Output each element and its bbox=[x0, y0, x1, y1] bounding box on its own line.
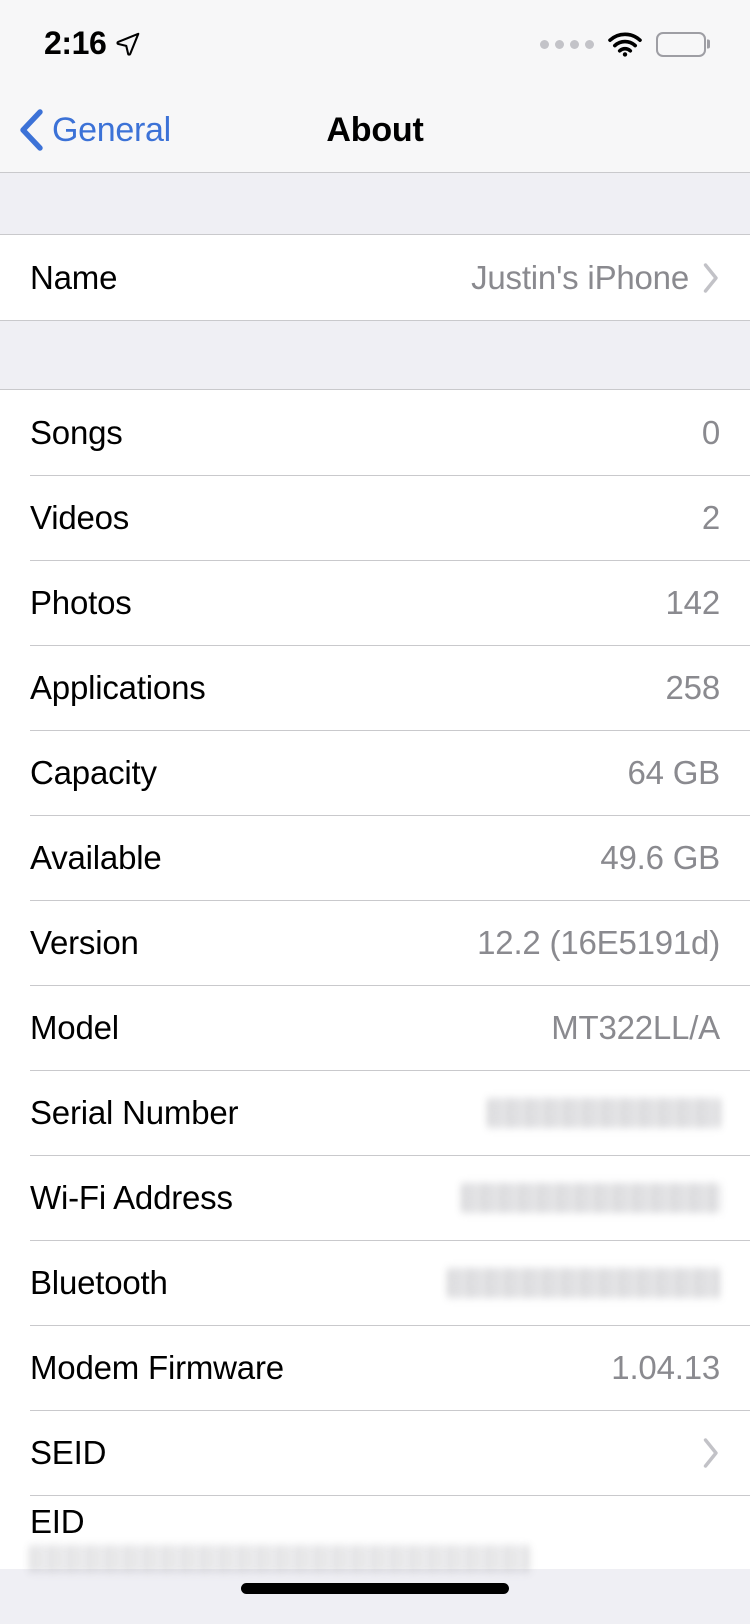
back-button-label: General bbox=[52, 110, 171, 149]
row-name[interactable]: Name Justin's iPhone bbox=[0, 235, 750, 320]
section-device-name: Name Justin's iPhone bbox=[0, 235, 750, 320]
status-bar: 2:16 bbox=[0, 0, 750, 88]
row-available-label: Available bbox=[30, 838, 162, 876]
row-photos-label: Photos bbox=[30, 583, 132, 621]
status-bar-left: 2:16 bbox=[44, 27, 141, 61]
row-videos-value: 2 bbox=[701, 498, 720, 536]
row-eid-label: EID bbox=[30, 1503, 85, 1540]
status-bar-clock: 2:16 bbox=[44, 25, 107, 61]
row-songs-label: Songs bbox=[30, 413, 123, 451]
battery-low-power-icon bbox=[656, 31, 706, 57]
navigation-bar: General About bbox=[0, 88, 750, 173]
row-seid[interactable]: SEID bbox=[0, 1410, 750, 1495]
row-videos-label: Videos bbox=[30, 498, 130, 536]
row-bluetooth-label: Bluetooth bbox=[30, 1263, 168, 1301]
row-eid-value-redacted bbox=[30, 1545, 530, 1573]
row-bluetooth: Bluetooth bbox=[0, 1240, 750, 1325]
row-version: Version 12.2 (16E5191d) bbox=[0, 900, 750, 985]
row-applications-label: Applications bbox=[30, 668, 206, 706]
signal-dots-icon bbox=[540, 39, 594, 49]
chevron-right-icon bbox=[703, 1437, 720, 1468]
row-wifi-address-label: Wi-Fi Address bbox=[30, 1178, 233, 1216]
about-screen: 2:16 General About Name Justin's iPhone … bbox=[0, 0, 750, 1624]
row-serial-number-label: Serial Number bbox=[30, 1093, 239, 1131]
row-model-label: Model bbox=[30, 1008, 119, 1046]
row-bluetooth-value-redacted bbox=[448, 1267, 720, 1298]
row-name-label: Name bbox=[30, 258, 118, 296]
row-model: Model MT322LL/A bbox=[0, 985, 750, 1070]
chevron-right-icon bbox=[703, 262, 720, 293]
home-indicator[interactable] bbox=[241, 1583, 509, 1594]
row-version-label: Version bbox=[30, 923, 139, 961]
row-modem-firmware-value: 1.04.13 bbox=[611, 1348, 720, 1386]
row-modem-firmware-label: Modem Firmware bbox=[30, 1348, 284, 1386]
back-button[interactable]: General bbox=[0, 109, 171, 151]
row-videos: Videos 2 bbox=[0, 475, 750, 560]
row-available: Available 49.6 GB bbox=[0, 815, 750, 900]
row-capacity: Capacity 64 GB bbox=[0, 730, 750, 815]
section-gap-middle bbox=[0, 320, 750, 390]
row-capacity-label: Capacity bbox=[30, 753, 157, 791]
section-device-info: Songs 0 Videos 2 Photos 142 Applications… bbox=[0, 390, 750, 1573]
row-available-value: 49.6 GB bbox=[600, 838, 720, 876]
row-songs: Songs 0 bbox=[0, 390, 750, 475]
row-serial-number: Serial Number bbox=[0, 1070, 750, 1155]
row-capacity-value: 64 GB bbox=[627, 753, 720, 791]
row-photos: Photos 142 bbox=[0, 560, 750, 645]
row-photos-value: 142 bbox=[665, 583, 721, 621]
row-serial-number-value-redacted bbox=[488, 1097, 720, 1128]
row-name-value: Justin's iPhone bbox=[471, 258, 689, 296]
row-model-value: MT322LL/A bbox=[551, 1008, 720, 1046]
row-name-right: Justin's iPhone bbox=[471, 259, 720, 297]
row-wifi-address: Wi-Fi Address bbox=[0, 1155, 750, 1240]
row-applications: Applications 258 bbox=[0, 645, 750, 730]
wifi-icon bbox=[608, 31, 642, 57]
location-arrow-icon bbox=[115, 31, 141, 57]
row-songs-value: 0 bbox=[701, 413, 720, 451]
section-gap-top bbox=[0, 173, 750, 235]
row-wifi-address-value-redacted bbox=[462, 1182, 720, 1213]
status-bar-right bbox=[540, 31, 706, 57]
row-modem-firmware: Modem Firmware 1.04.13 bbox=[0, 1325, 750, 1410]
row-eid: EID bbox=[0, 1495, 750, 1573]
chevron-left-icon bbox=[18, 109, 44, 151]
row-seid-label: SEID bbox=[30, 1433, 107, 1471]
row-applications-value: 258 bbox=[665, 668, 721, 706]
row-version-value: 12.2 (16E5191d) bbox=[477, 923, 720, 961]
